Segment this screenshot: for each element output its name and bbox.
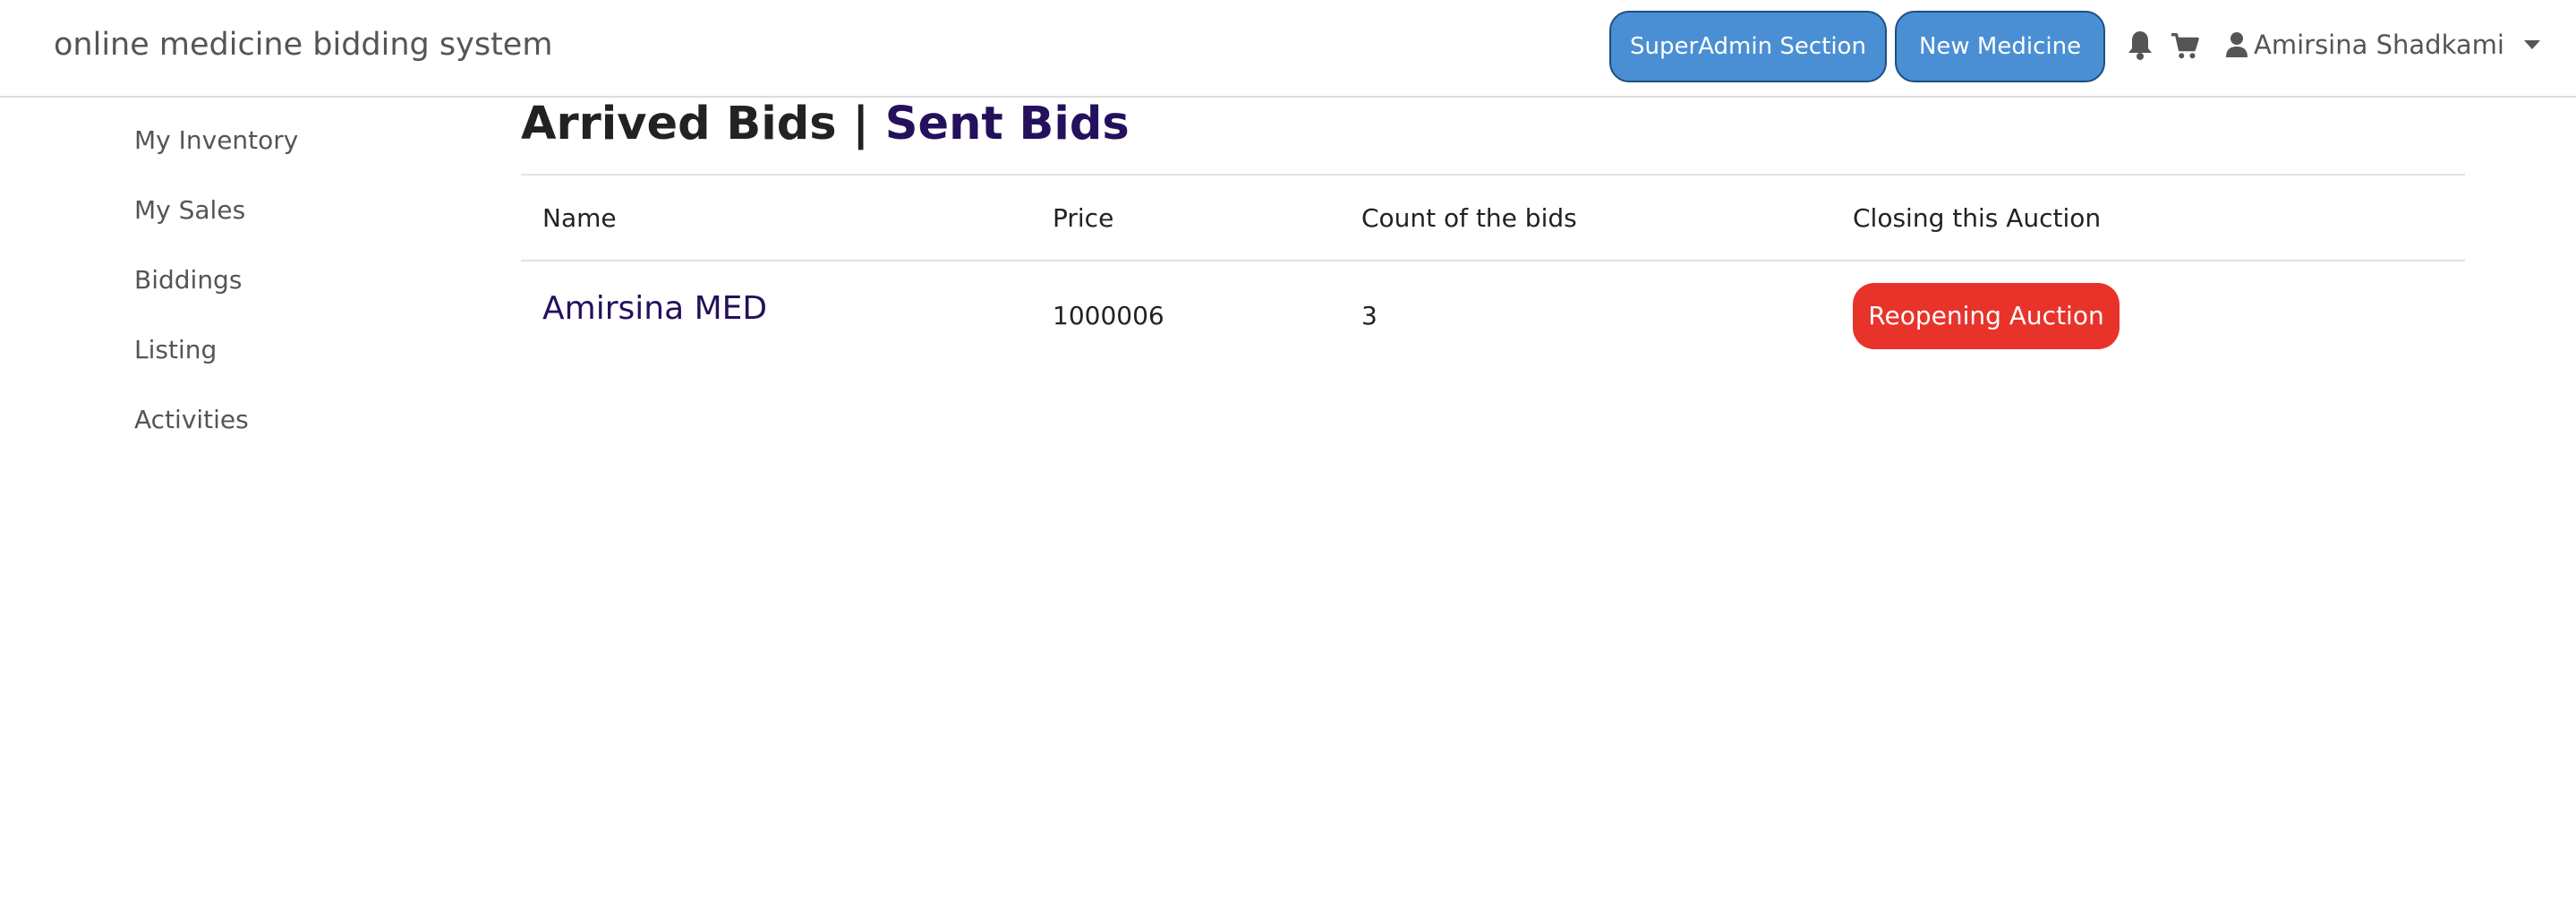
arrived-bids-title: Arrived Bids bbox=[521, 98, 837, 150]
table-row: Amirsina MED 1000006 3 Reopening Auction bbox=[521, 261, 2465, 370]
title-separator: | bbox=[852, 98, 869, 150]
sidebar: My Inventory My Sales Biddings Listing A… bbox=[134, 125, 403, 475]
cell-action: Reopening Auction bbox=[1831, 261, 2465, 370]
bids-table: Name Price Count of the bids Closing thi… bbox=[521, 174, 2465, 370]
header-price: Price bbox=[1031, 174, 1340, 261]
header-closing: Closing this Auction bbox=[1831, 174, 2465, 261]
medicine-link[interactable]: Amirsina MED bbox=[542, 290, 767, 327]
top-navbar: online medicine bidding system SuperAdmi… bbox=[0, 0, 2576, 98]
main-content: Arrived Bids | Sent Bids Name Price Coun… bbox=[521, 97, 2465, 370]
sidebar-item-activities[interactable]: Activities bbox=[134, 405, 403, 475]
header-count: Count of the bids bbox=[1340, 174, 1831, 261]
cell-price: 1000006 bbox=[1053, 301, 1164, 330]
brand-title[interactable]: online medicine bidding system bbox=[54, 27, 552, 63]
reopening-auction-button[interactable]: Reopening Auction bbox=[1853, 282, 2120, 349]
chevron-down-icon bbox=[2523, 40, 2540, 49]
cell-name: Amirsina MED bbox=[521, 261, 1031, 370]
cell-count: 3 bbox=[1361, 301, 1378, 330]
sidebar-item-my-inventory[interactable]: My Inventory bbox=[134, 125, 403, 195]
sidebar-item-listing[interactable]: Listing bbox=[134, 335, 403, 405]
sent-bids-link[interactable]: Sent Bids bbox=[885, 98, 1130, 150]
sidebar-item-biddings[interactable]: Biddings bbox=[134, 265, 403, 335]
new-medicine-button[interactable]: New Medicine bbox=[1895, 11, 2105, 82]
user-icon bbox=[2226, 32, 2248, 57]
table-header-row: Name Price Count of the bids Closing thi… bbox=[521, 174, 2465, 261]
header-name: Name bbox=[521, 174, 1031, 261]
page-title: Arrived Bids | Sent Bids bbox=[521, 97, 2465, 167]
bell-icon[interactable] bbox=[2126, 29, 2154, 61]
superadmin-section-button[interactable]: SuperAdmin Section bbox=[1609, 11, 1887, 82]
cart-icon[interactable] bbox=[2171, 29, 2199, 61]
user-dropdown[interactable]: Amirsina Shadkami bbox=[2225, 23, 2540, 66]
sidebar-item-my-sales[interactable]: My Sales bbox=[134, 195, 403, 265]
user-name: Amirsina Shadkami bbox=[2254, 30, 2504, 60]
